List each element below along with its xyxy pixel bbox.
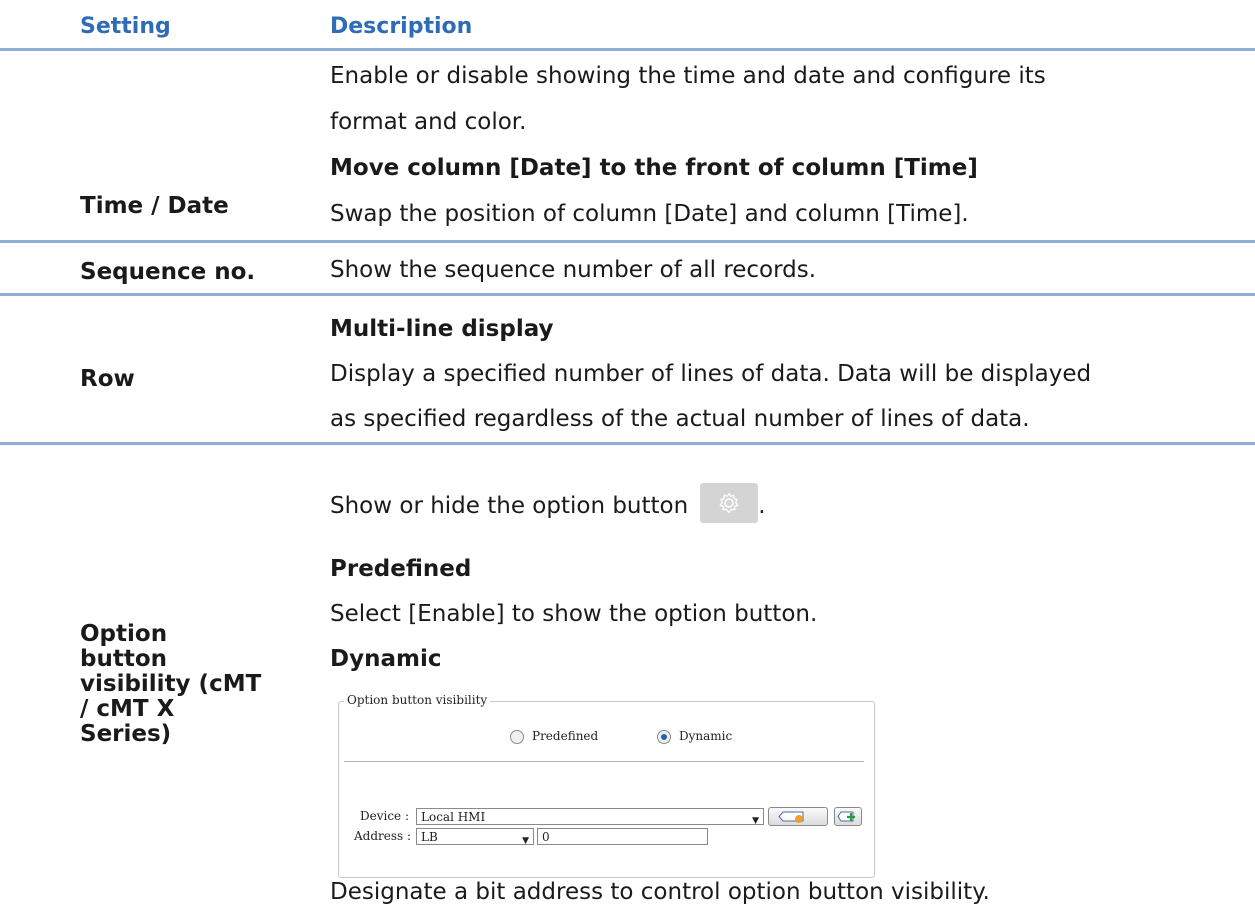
dialog-frame bbox=[338, 701, 875, 878]
row-rule bbox=[0, 442, 1255, 445]
row-label-sequence: Sequence no. bbox=[80, 259, 256, 285]
row-label-time-date: Time / Date bbox=[80, 193, 229, 219]
option-subheading-predefined: Predefined bbox=[330, 556, 472, 582]
row-label-option: Option button visibility (cMT / cMT X Se… bbox=[80, 621, 262, 747]
row-label-row: Row bbox=[80, 366, 135, 392]
radio-predefined[interactable]: Predefined bbox=[510, 729, 598, 744]
time-date-desc-1: Enable or disable showing the time and d… bbox=[330, 63, 1046, 89]
option-desc-1: Show or hide the option button. bbox=[330, 482, 766, 527]
address-input-divider bbox=[707, 828, 708, 845]
row-subheading: Multi-line display bbox=[330, 316, 554, 342]
header-rule bbox=[0, 48, 1255, 51]
dialog-legend: Option button visibility bbox=[344, 693, 491, 707]
option-visibility-dialog: Option button visibility Predefined Dyna… bbox=[332, 693, 875, 878]
radio-icon bbox=[657, 729, 671, 744]
time-date-desc-2: format and color. bbox=[330, 109, 527, 135]
add-button[interactable] bbox=[834, 807, 862, 826]
dropdown-arrow-icon: ▼ bbox=[752, 816, 759, 826]
time-date-desc-3: Swap the position of column [Date] and c… bbox=[330, 201, 969, 227]
radio-selected-dot bbox=[661, 733, 667, 740]
time-date-subheading: Move column [Date] to the front of colum… bbox=[330, 155, 978, 181]
dropdown-arrow-icon: ▼ bbox=[522, 836, 529, 846]
address-value-input[interactable]: 0 bbox=[537, 828, 708, 845]
device-select[interactable]: Local HMI ▼ bbox=[416, 808, 764, 826]
sequence-desc: Show the sequence number of all records. bbox=[330, 257, 817, 283]
row-rule bbox=[0, 293, 1255, 296]
row-desc-2: as specified regardless of the actual nu… bbox=[330, 406, 1030, 432]
device-label: Device : bbox=[360, 809, 410, 823]
address-tag-icon bbox=[778, 811, 804, 823]
option-desc-2: Select [Enable] to show the option butto… bbox=[330, 601, 818, 627]
address-type-select[interactable]: LB ▼ bbox=[416, 828, 534, 846]
option-subheading-dynamic: Dynamic bbox=[330, 646, 442, 672]
row-desc-1: Display a specified number of lines of d… bbox=[330, 361, 1092, 387]
radio-icon bbox=[510, 729, 524, 744]
radio-dynamic[interactable]: Dynamic bbox=[657, 729, 732, 744]
dialog-separator bbox=[344, 761, 864, 762]
row-rule bbox=[0, 240, 1255, 243]
add-icon bbox=[837, 811, 855, 822]
header-description: Description bbox=[330, 14, 473, 39]
gear-icon bbox=[719, 492, 739, 513]
address-label: Address : bbox=[354, 829, 412, 843]
option-desc-3: Designate a bit address to control optio… bbox=[330, 879, 990, 905]
option-button[interactable] bbox=[700, 482, 759, 523]
header-setting: Setting bbox=[80, 14, 171, 39]
address-tag-button[interactable] bbox=[768, 807, 828, 826]
